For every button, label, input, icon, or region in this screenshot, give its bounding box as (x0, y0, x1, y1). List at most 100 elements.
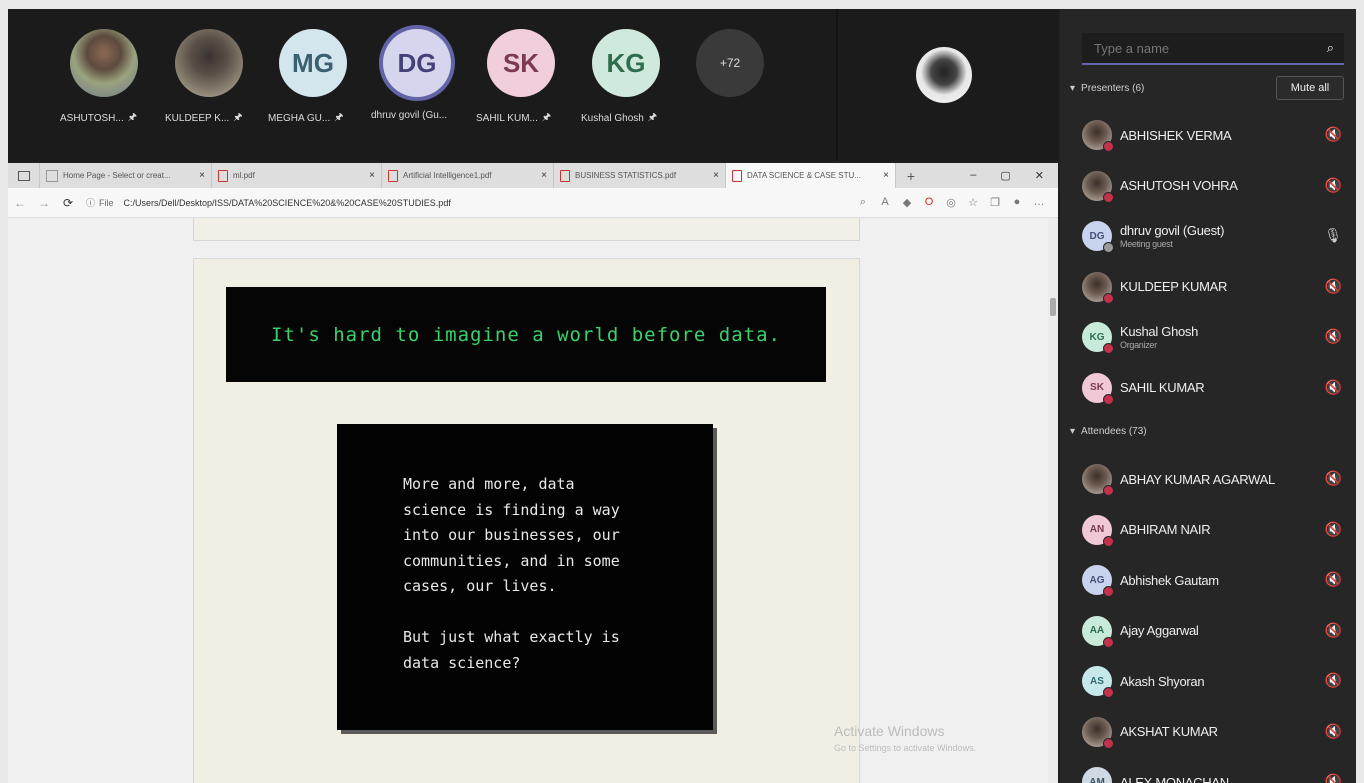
participant-row[interactable]: AN ABHIRAM NAIR 🔇 (1082, 510, 1352, 550)
microphone-muted-icon[interactable]: 🔇 (1325, 379, 1342, 396)
microphone-muted-icon[interactable]: 🔇 (1325, 672, 1342, 689)
close-tab-icon[interactable]: × (541, 170, 547, 181)
close-tab-icon[interactable]: × (369, 170, 375, 181)
close-tab-icon[interactable]: × (199, 170, 205, 181)
back-icon[interactable]: ← (8, 196, 32, 210)
sync-icon[interactable]: ◎ (940, 196, 962, 209)
refresh-icon[interactable]: ⟳ (56, 196, 80, 210)
microphone-muted-icon[interactable]: 🔇 (1325, 571, 1342, 588)
participant-name-block: ALEX MONACHAN (1120, 775, 1229, 783)
extension-icon[interactable]: ◆ (896, 196, 918, 209)
avatar: AS (1082, 666, 1114, 698)
avatar: SK (1082, 372, 1114, 405)
participant-row[interactable]: AG Abhishek Gautam 🔇 (1082, 560, 1352, 600)
participant-role: Organizer (1120, 340, 1157, 350)
status-dot (1103, 586, 1114, 597)
avatar: KG (1082, 322, 1114, 354)
minimize-icon[interactable]: – (970, 169, 976, 182)
participant-row[interactable]: DG dhruv govil (Guest) Meeting guest 🎙 (1082, 216, 1352, 256)
forward-icon[interactable]: → (32, 196, 56, 210)
scroll-thumb[interactable] (1050, 298, 1056, 316)
pdf-icon (218, 169, 228, 182)
microphone-muted-icon[interactable]: 🔇 (1325, 177, 1342, 194)
browser-tab[interactable]: Home Page - Select or creat... × (40, 163, 212, 188)
microphone-icon[interactable]: 🎙 (1324, 227, 1342, 244)
mute-all-button[interactable]: Mute all (1276, 76, 1344, 100)
avatar: AA (1082, 615, 1114, 648)
avatar (1082, 170, 1114, 203)
close-tab-icon[interactable]: × (713, 170, 719, 181)
participant-row[interactable]: ABHAY KUMAR AGARWAL 🔇 (1082, 459, 1352, 499)
zoom-icon[interactable]: ⌕ (852, 196, 874, 209)
participant-row[interactable]: ABHISHEK VERMA 🔇 (1082, 115, 1352, 155)
address-bar: ← → ⟳ ⓘ File C:/Users/Dell/Desktop/ISS/D… (8, 188, 1058, 218)
status-dot (1103, 242, 1114, 253)
screen-frame: ASHUTOSH... 🖈 KULDEEP K... 🖈 MG MEGHA GU..… (8, 9, 1356, 783)
status-dot (1103, 737, 1114, 749)
attendees-header[interactable]: ▾ Attendees (73) (1070, 426, 1147, 437)
more-icon[interactable]: … (1028, 196, 1050, 209)
participant-tile[interactable] (70, 29, 138, 97)
search-icon[interactable]: ⌕ (1327, 40, 1334, 56)
participant-tile[interactable]: MG (279, 29, 347, 97)
avatar: SK (487, 29, 555, 97)
maximize-icon[interactable]: ▢ (1000, 169, 1010, 182)
microphone-muted-icon[interactable]: 🔇 (1325, 773, 1342, 783)
participant-tile[interactable]: KG (592, 29, 660, 97)
participant-name: ABHIRAM NAIR (1120, 522, 1211, 537)
pdf-scrollbar[interactable] (1048, 218, 1058, 783)
microphone-muted-icon[interactable]: 🔇 (1325, 126, 1342, 143)
microphone-muted-icon[interactable]: 🔇 (1325, 328, 1342, 345)
info-icon[interactable]: ⓘ (86, 196, 95, 209)
participant-tile[interactable] (175, 29, 243, 97)
strip-divider (836, 9, 838, 161)
search-input[interactable] (1092, 39, 1327, 57)
participant-row[interactable]: SK SAHIL KUMAR 🔇 (1082, 368, 1352, 408)
participant-tile[interactable]: SK (487, 29, 555, 97)
status-dot (1103, 687, 1114, 698)
opera-icon[interactable]: O (918, 196, 940, 209)
microphone-muted-icon[interactable]: 🔇 (1325, 278, 1342, 295)
browser-tab-active[interactable]: DATA SCIENCE & CASE STU... × (726, 163, 896, 188)
favorites-icon[interactable]: ☆ (962, 196, 984, 209)
profile-icon[interactable]: ● (1006, 196, 1028, 209)
tab-bar: Home Page - Select or creat... × ml.pdf × … (8, 163, 1058, 188)
participant-name: Kushal Ghosh (1120, 324, 1199, 339)
presenters-header[interactable]: ▾ Presenters (6) (1070, 83, 1144, 94)
participant-row[interactable]: AM ALEX MONACHAN 🔇 (1082, 762, 1352, 783)
close-tab-icon[interactable]: × (883, 170, 889, 181)
chevron-down-icon: ▾ (1070, 426, 1076, 437)
microphone-muted-icon[interactable]: 🔇 (1325, 723, 1342, 740)
microphone-muted-icon[interactable]: 🔇 (1325, 521, 1342, 538)
close-window-icon[interactable]: ✕ (1035, 169, 1044, 182)
read-aloud-icon[interactable]: A (874, 196, 896, 209)
participant-label: ASHUTOSH... 🖈 (60, 110, 170, 127)
participant-row[interactable]: KG Kushal Ghosh Organizer 🔇 (1082, 317, 1352, 357)
microphone-muted-icon[interactable]: 🔇 (1325, 470, 1342, 487)
participant-row[interactable]: ASHUTOSH VOHRA 🔇 (1082, 166, 1352, 206)
microphone-muted-icon[interactable]: 🔇 (1325, 622, 1342, 639)
participant-row[interactable]: AS Akash Shyoran 🔇 (1082, 661, 1352, 701)
overflow-participants-button[interactable]: +72 (696, 29, 764, 97)
participant-name-block: Kushal Ghosh Organizer (1120, 324, 1198, 350)
status-dot (1103, 535, 1114, 547)
collections-icon[interactable]: ❐ (984, 196, 1006, 209)
page-icon (46, 169, 58, 182)
window-menu-icon[interactable] (8, 163, 40, 188)
pin-icon: 🖈 (233, 112, 243, 123)
avatar (1082, 271, 1114, 304)
browser-tab[interactable]: ml.pdf × (212, 163, 382, 188)
participant-row[interactable]: AA Ajay Aggarwal 🔇 (1082, 611, 1352, 651)
participant-name: Abhishek Gautam (1120, 572, 1219, 588)
browser-tab[interactable]: Artificial Intelligence1.pdf × (382, 163, 554, 188)
avatar (1082, 120, 1114, 152)
participant-name-block: AKSHAT KUMAR (1120, 724, 1218, 739)
url-text[interactable]: C:/Users/Dell/Desktop/ISS/DATA%20SCIENCE… (124, 198, 451, 208)
participant-name: ABHAY KUMAR AGARWAL (1120, 471, 1275, 487)
self-video-tile[interactable] (916, 47, 972, 103)
browser-tab[interactable]: BUSINESS STATISTICS.pdf × (554, 163, 726, 188)
participant-row[interactable]: KULDEEP KUMAR 🔇 (1082, 267, 1352, 307)
new-tab-button[interactable]: + (896, 163, 926, 188)
participant-tile[interactable]: DG (383, 29, 451, 97)
participant-row[interactable]: AKSHAT KUMAR 🔇 (1082, 712, 1352, 752)
